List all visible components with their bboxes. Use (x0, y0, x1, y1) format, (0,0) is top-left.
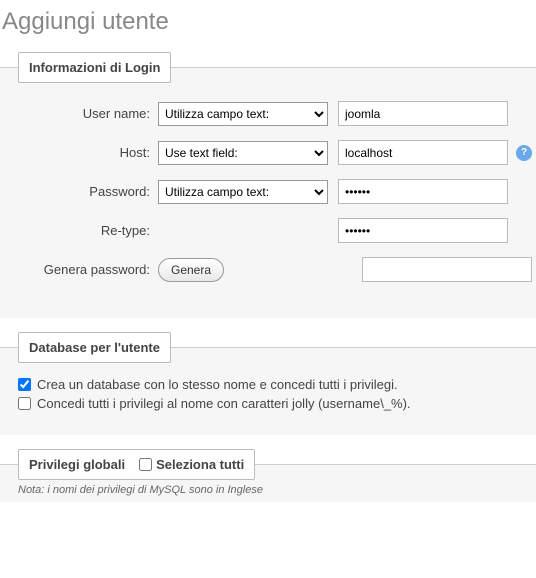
input-retype[interactable] (338, 218, 508, 243)
checkbox-grant-wildcard[interactable] (18, 397, 31, 410)
select-password-type[interactable]: Utilizza campo text: (158, 180, 328, 204)
legend-login-info: Informazioni di Login (18, 52, 171, 83)
fieldset-global-priv: Privilegi globali Seleziona tutti Nota: … (0, 449, 536, 502)
page-title: Aggiungi utente (0, 0, 536, 52)
select-host-type[interactable]: Use text field: (158, 141, 328, 165)
label-select-all: Seleziona tutti (156, 457, 244, 472)
input-username[interactable] (338, 101, 508, 126)
legend-global-priv-text: Privilegi globali (29, 457, 125, 472)
input-generated[interactable] (362, 257, 532, 282)
label-retype: Re-type: (18, 223, 158, 238)
label-grant-wildcard: Concedi tutti i privilegi al nome con ca… (37, 396, 411, 411)
label-host: Host: (18, 145, 158, 160)
input-password[interactable] (338, 179, 508, 204)
label-create-db: Crea un database con lo stesso nome e co… (37, 377, 398, 392)
checkbox-create-db[interactable] (18, 378, 31, 391)
checkbox-select-all[interactable] (139, 458, 152, 471)
input-host[interactable] (338, 140, 508, 165)
help-icon[interactable]: ? (516, 145, 532, 161)
label-password: Password: (18, 184, 158, 199)
select-username-type[interactable]: Utilizza campo text: (158, 102, 328, 126)
legend-global-priv: Privilegi globali Seleziona tutti (18, 449, 255, 480)
label-generate: Genera password: (18, 262, 158, 277)
label-username: User name: (18, 106, 158, 121)
legend-db-user: Database per l'utente (18, 332, 171, 363)
generate-button[interactable]: Genera (158, 258, 224, 282)
fieldset-login-info: Informazioni di Login User name: Utilizz… (0, 52, 536, 318)
fieldset-db-user: Database per l'utente Crea un database c… (0, 332, 536, 435)
note-privileges: Nota: i nomi dei privilegi di MySQL sono… (0, 480, 536, 496)
